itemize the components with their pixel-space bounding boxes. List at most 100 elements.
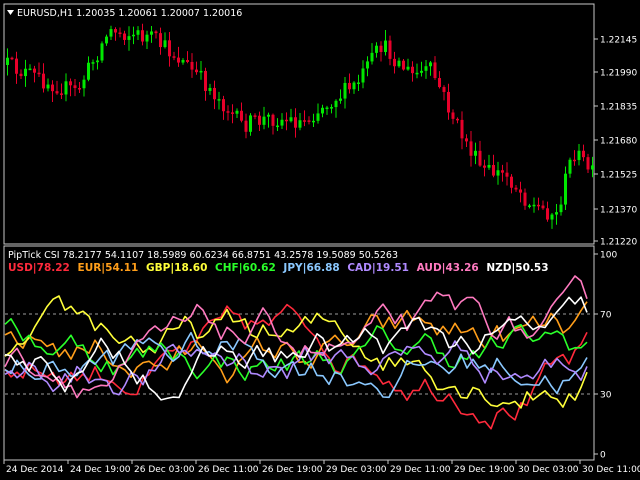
price-tick-label: 1.21835 [600, 103, 637, 113]
candle-body [208, 87, 212, 91]
candle-body [109, 29, 113, 37]
candle-body [505, 172, 509, 177]
candle-body [87, 62, 90, 80]
candle-body [132, 34, 135, 37]
candle-body [186, 60, 189, 62]
indicator-line-jpy [4, 331, 588, 399]
candle-body [415, 72, 419, 75]
candle-body [460, 119, 464, 139]
candle-body [537, 204, 540, 207]
candle-body [73, 85, 77, 89]
candle-body [366, 61, 369, 69]
candle-body [294, 117, 297, 128]
candle-body [312, 120, 315, 123]
price-tick-label: 1.21370 [600, 206, 637, 216]
candle-body [316, 113, 320, 121]
candle-body [51, 84, 54, 92]
candle-body [411, 66, 414, 74]
candle-body [298, 120, 302, 128]
candle-body [289, 117, 293, 122]
candle-body [42, 73, 45, 89]
candle-body [168, 40, 171, 57]
candle-body [541, 205, 545, 209]
candle-body [150, 31, 153, 35]
candle-body [402, 60, 405, 70]
price-tick-label: 1.21220 [600, 238, 637, 248]
time-tick-label: 26 Dec 19:00 [262, 465, 323, 475]
candle-body [303, 120, 306, 122]
candle-body [510, 176, 513, 188]
candle-body [37, 72, 41, 75]
candle-body [325, 107, 329, 110]
indicator-frame [3, 245, 595, 461]
candle-body [442, 87, 446, 92]
candle-body [64, 81, 68, 95]
candle-body [262, 116, 266, 125]
candle-body [438, 78, 441, 88]
price-tick-label: 1.21990 [600, 69, 637, 79]
time-tick-label: 26 Dec 11:00 [198, 465, 259, 475]
candle-body [15, 58, 18, 74]
candle-body [586, 157, 590, 170]
time-tick-label: 24 Dec 2014 [6, 465, 64, 475]
candle-body [352, 82, 356, 90]
price-tick-label: 1.21680 [600, 137, 637, 147]
time-tick-label: 30 Dec 11:00 [582, 465, 640, 475]
candle-body [397, 60, 401, 67]
candle-body [420, 70, 423, 73]
legend-nzd: NZD|50.53 [486, 262, 548, 274]
candle-body [577, 150, 581, 161]
chart-menu-triangle-icon[interactable] [7, 10, 14, 15]
candle-body [19, 73, 23, 77]
candle-body [82, 79, 86, 89]
candle-body [532, 204, 536, 207]
candle-body [114, 29, 117, 33]
candle-body [559, 204, 563, 213]
candle-body [285, 119, 288, 122]
candle-body [145, 34, 149, 42]
candle-body [159, 33, 162, 48]
candle-body [591, 165, 594, 170]
candle-body [429, 62, 432, 67]
candle-body [231, 112, 234, 114]
chart-title: EURUSD,H1 1.20035 1.20061 1.20007 1.2001… [17, 8, 242, 19]
candle-body [91, 62, 95, 64]
candle-body [406, 66, 410, 70]
price-axis: 1.22145 1.21990 1.21835 1.21680 1.21525 1.213… [594, 36, 637, 248]
candle-body [343, 82, 347, 99]
candle-body [226, 111, 230, 113]
candle-body [123, 33, 126, 40]
candle-body [339, 98, 342, 101]
candle-body [582, 150, 585, 158]
candle-body [240, 110, 243, 121]
candle-body [384, 40, 387, 53]
candle-body [388, 40, 392, 59]
legend-eur: EUR|54.11 [78, 262, 139, 274]
candle-body [235, 110, 239, 114]
candle-body [33, 68, 36, 73]
candle-body [487, 164, 491, 168]
candle-body [141, 30, 144, 42]
candle-body [10, 57, 14, 60]
candle-body [568, 159, 572, 174]
indicator-tick-label: 70 [600, 311, 612, 321]
candle-body [573, 159, 576, 162]
candlestick-series [6, 23, 594, 229]
candle-body [492, 164, 495, 176]
candle-body [370, 52, 374, 62]
candle-body [496, 170, 500, 176]
candle-body [447, 91, 450, 113]
candle-body [424, 66, 428, 71]
candle-body [519, 189, 522, 193]
candle-body [483, 165, 486, 168]
candle-body [528, 205, 531, 207]
candle-body [433, 62, 437, 79]
candle-body [217, 99, 221, 101]
candle-body [550, 214, 554, 220]
candle-body [181, 60, 185, 63]
legend-usd: USD|78.22 [8, 262, 70, 274]
candle-body [96, 60, 99, 63]
candle-body [469, 141, 473, 156]
candle-body [523, 192, 527, 206]
trading-chart[interactable]: 1.22145 1.21990 1.21835 1.21680 1.21525 1.213… [0, 0, 640, 480]
